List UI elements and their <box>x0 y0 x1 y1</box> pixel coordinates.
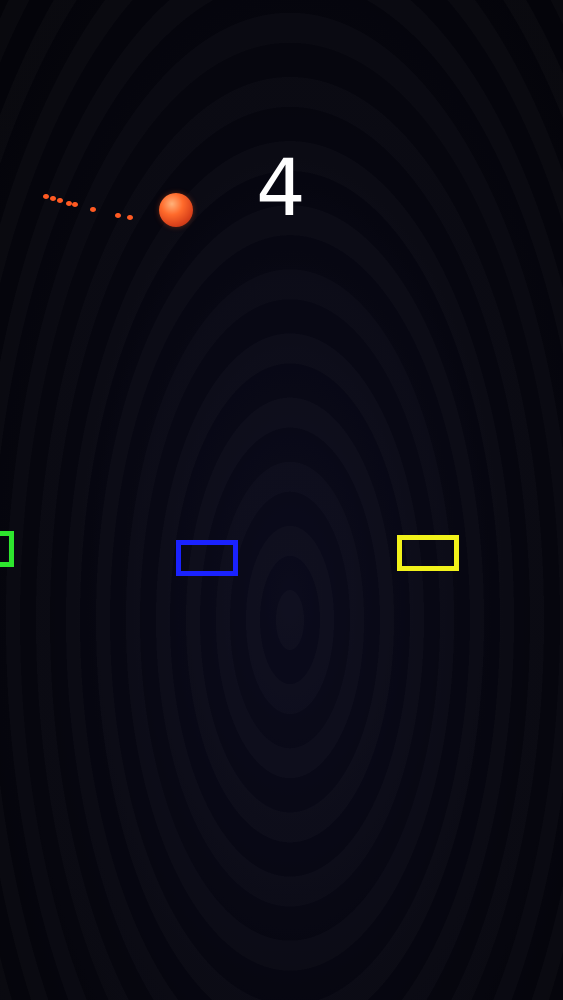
ball-trail-dot <box>43 194 49 199</box>
platform-green <box>0 531 14 567</box>
ball-trail-dot <box>50 196 56 201</box>
game-canvas[interactable]: 4 <box>0 0 563 1000</box>
score-counter: 4 <box>256 144 306 234</box>
ball-trail-dot <box>127 215 133 220</box>
platform-yellow <box>397 535 459 571</box>
ball-trail-dot <box>90 207 96 212</box>
ball-trail-dot <box>115 213 121 218</box>
ball-trail-dot <box>57 198 63 203</box>
platform-blue <box>176 540 238 576</box>
ball-trail-dot <box>72 202 78 207</box>
ball <box>159 193 193 227</box>
